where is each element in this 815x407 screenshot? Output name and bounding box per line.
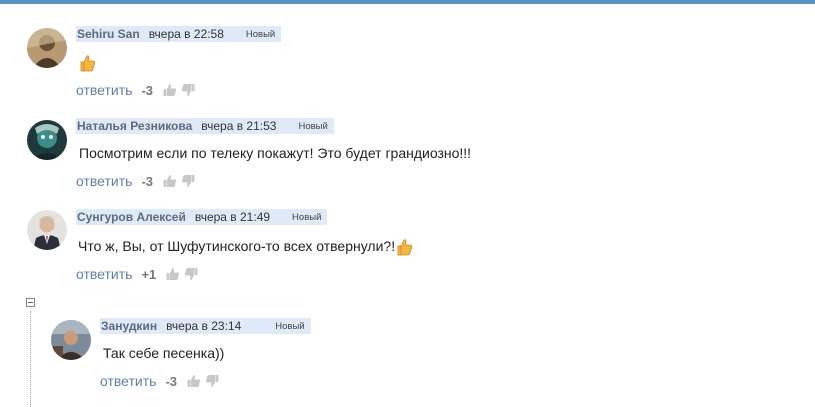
comment-text-content: Так себе песенка)) <box>103 345 225 361</box>
thumbs-down-icon[interactable] <box>181 83 195 97</box>
comment-text-content: Что ж, Вы, от Шуфутинского-то всех отвер… <box>78 238 396 254</box>
comment-actions: ответить -3 <box>100 372 219 390</box>
comment-header: Наталья Резникова вчера в 21:53 Новый <box>76 118 334 134</box>
comment-time[interactable]: вчера в 22:58 <box>149 27 224 41</box>
reply-link[interactable]: ответить <box>76 173 132 189</box>
thumbs-up-emoji-icon <box>80 54 96 72</box>
thumbs-up-icon[interactable] <box>187 374 201 388</box>
comment-header: Занудкин вчера в 23:14 Новый <box>100 318 311 334</box>
author-name[interactable]: Наталья Резникова <box>76 119 192 133</box>
comment-text <box>80 53 96 72</box>
comment-actions: ответить -3 <box>76 81 195 99</box>
comment-header: Сунгуров Алексей вчера в 21:49 Новый <box>76 209 328 225</box>
thumbs-up-icon[interactable] <box>163 83 177 97</box>
avatar[interactable] <box>51 320 91 360</box>
thumbs-down-icon[interactable] <box>181 174 195 188</box>
new-badge: Новый <box>275 320 305 332</box>
comment-actions: ответить +1 <box>76 265 198 283</box>
comment-header: Sehiru San вчера в 22:58 Новый <box>76 26 282 42</box>
comment-rating: -3 <box>165 373 177 389</box>
comment-actions: ответить -3 <box>76 172 195 190</box>
thumbs-up-icon[interactable] <box>166 267 180 281</box>
comment-text: Так себе песенка)) <box>103 344 224 362</box>
thumbs-down-icon[interactable] <box>184 267 198 281</box>
new-badge: Новый <box>292 211 322 223</box>
author-name[interactable]: Занудкин <box>100 319 157 333</box>
comment-rating: -3 <box>141 82 153 98</box>
comment-time[interactable]: вчера в 21:49 <box>195 210 270 224</box>
reply-link[interactable]: ответить <box>76 82 132 98</box>
reply-link[interactable]: ответить <box>100 373 156 389</box>
thumbs-up-icon[interactable] <box>163 174 177 188</box>
avatar[interactable] <box>27 120 67 160</box>
collapse-thread-icon[interactable] <box>26 298 35 307</box>
avatar[interactable] <box>27 210 67 250</box>
thumbs-up-emoji-icon <box>397 238 413 256</box>
comment-rating: -3 <box>141 173 153 189</box>
thread-line <box>30 311 31 407</box>
avatar[interactable] <box>27 28 67 68</box>
comment-text: Посмотрим если по телеку покажут! Это бу… <box>79 144 471 162</box>
author-name[interactable]: Sehiru San <box>76 27 140 41</box>
new-badge: Новый <box>245 28 276 40</box>
comment-time[interactable]: вчера в 21:53 <box>201 119 276 133</box>
new-badge: Новый <box>298 120 328 132</box>
comment-text-content: Посмотрим если по телеку покажут! Это бу… <box>79 145 472 161</box>
top-bar <box>0 0 815 4</box>
comment-time[interactable]: вчера в 23:14 <box>166 319 241 333</box>
reply-link[interactable]: ответить <box>76 266 132 282</box>
thumbs-down-icon[interactable] <box>205 374 219 388</box>
comment-rating: +1 <box>141 266 157 282</box>
comment-text: Что ж, Вы, от Шуфутинского-то всех отвер… <box>78 236 413 256</box>
author-name[interactable]: Сунгуров Алексей <box>76 210 186 224</box>
